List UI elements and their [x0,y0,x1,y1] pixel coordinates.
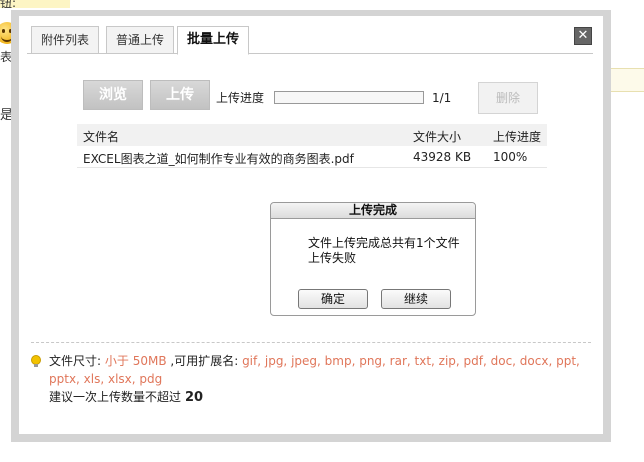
delete-button[interactable]: 删除 [478,82,538,114]
header-progress: 上传进度 [493,130,542,144]
lightbulb-icon [31,355,41,367]
continue-button[interactable]: 继续 [381,289,451,309]
browse-button[interactable]: 浏览 [83,80,143,110]
dialog-title: 上传完成 [271,203,475,219]
upload-dialog: 附件列表 普通上传 批量上传 ✕ 浏览 上传 上传进度 1/1 删除 文件名 文… [19,16,603,434]
info-size-extensions: 文件尺寸: 小于 50MB ,可用扩展名: gif, jpg, jpeg, bm… [49,352,589,388]
info-limit: 建议一次上传数量不超过 20 [49,388,203,407]
limit-value: 20 [185,390,204,405]
header-filename: 文件名 [83,130,120,144]
upload-complete-dialog: 上传完成 文件上传完成总共有1个文件上传失败 确定 继续 [270,202,476,316]
progress-label: 上传进度 [216,91,265,105]
size-value: 小于 50MB [104,354,167,368]
close-icon[interactable]: ✕ [574,27,592,45]
tab-attachment-list[interactable]: 附件列表 [31,26,100,54]
progress-count: 1/1 [432,91,452,105]
size-label: 文件尺寸: [49,354,102,368]
tab-batch-upload[interactable]: 批量上传 [177,26,250,55]
progress-bar-fill [275,92,423,103]
dialog-message: 文件上传完成总共有1个文件上传失败 [308,236,460,265]
extensions-label: ,可用扩展名: [170,354,239,368]
header-filesize: 文件大小 [413,130,462,144]
progress-bar [274,91,424,104]
divider [31,342,591,343]
table-row[interactable]: EXCEL图表之道_如何制作专业有效的商务图表.pdf 43928 KB 100… [77,146,547,168]
file-progress: 100% [493,150,528,164]
file-table-header: 文件名 文件大小 上传进度 [77,124,547,146]
file-size: 43928 KB [413,150,472,164]
upload-button[interactable]: 上传 [150,80,210,110]
tab-bar: 附件列表 普通上传 批量上传 [27,26,593,55]
file-name: EXCEL图表之道_如何制作专业有效的商务图表.pdf [83,152,354,166]
tab-normal-upload[interactable]: 普通上传 [106,26,175,54]
ok-button[interactable]: 确定 [298,289,368,309]
limit-label: 建议一次上传数量不超过 [49,390,182,404]
file-table: 文件名 文件大小 上传进度 EXCEL图表之道_如何制作专业有效的商务图表.pd… [77,124,547,168]
